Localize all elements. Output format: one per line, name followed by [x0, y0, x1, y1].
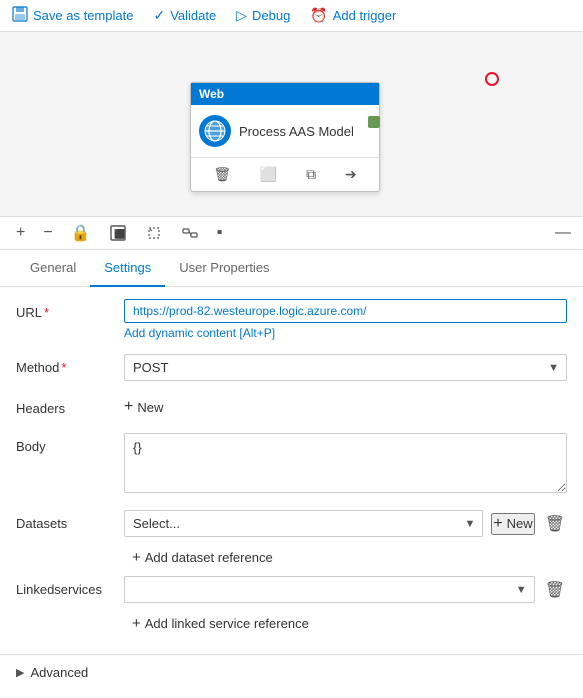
tab-user-properties[interactable]: User Properties — [165, 250, 283, 287]
datasets-delete-button[interactable]: 🗑 — [543, 512, 567, 536]
body-control-wrap: {} — [124, 433, 567, 496]
toolbar: Save as template ✓ Validate ▷ Debug ⏰ Ad… — [0, 0, 583, 32]
node-title: Process AAS Model — [239, 124, 354, 139]
add-dynamic-content-link[interactable]: Add dynamic content [Alt+P] — [124, 326, 567, 340]
save-template-icon — [12, 6, 28, 25]
method-control-wrap: GET POST PUT DELETE PATCH ▼ — [124, 354, 567, 381]
save-template-button[interactable]: Save as template — [12, 6, 133, 25]
remove-button[interactable]: − — [39, 222, 56, 244]
node-footer: 🗑 ⬜ ⧉ ➔ — [191, 157, 379, 191]
tab-general[interactable]: General — [16, 250, 90, 287]
url-control-wrap: Add dynamic content [Alt+P] — [124, 299, 567, 340]
datasets-controls: Select... ▼ + New 🗑 — [124, 510, 567, 537]
add-dataset-ref-row: + Add dataset reference — [16, 545, 567, 570]
add-trigger-icon: ⏰ — [310, 7, 327, 24]
method-label: Method* — [16, 354, 116, 375]
datasets-new-label: New — [507, 516, 533, 531]
headers-row: Headers + New — [16, 395, 567, 419]
datasets-new-button[interactable]: + New — [491, 513, 534, 535]
save-template-label: Save as template — [33, 8, 133, 23]
url-input[interactable] — [124, 299, 567, 323]
headers-new-button[interactable]: + New — [124, 395, 163, 419]
datasets-select[interactable]: Select... — [124, 510, 483, 537]
add-dataset-reference-label: Add dataset reference — [145, 550, 273, 565]
url-row: URL* Add dynamic content [Alt+P] — [16, 299, 567, 340]
zoom-fit-button[interactable]: ⬛ — [105, 222, 131, 244]
tab-settings[interactable]: Settings — [90, 250, 165, 287]
node-icon — [199, 115, 231, 147]
tab-user-properties-label: User Properties — [179, 260, 269, 275]
add-dataset-reference-button[interactable]: + Add dataset reference — [124, 545, 281, 570]
mini-toolbar: + − 🔒 ⬛ ▪ — — [0, 217, 583, 250]
add-trigger-button[interactable]: ⏰ Add trigger — [310, 7, 396, 24]
node-card: Web Process AAS Model 🗑 ⬜ ⧉ ➔ — [190, 82, 380, 192]
url-label: URL* — [16, 299, 116, 320]
method-select[interactable]: GET POST PUT DELETE PATCH — [124, 354, 567, 381]
node-arrow-button[interactable]: ➔ — [341, 164, 361, 185]
validate-button[interactable]: ✓ Validate — [153, 7, 216, 24]
node-delete-button[interactable]: 🗑 — [209, 164, 235, 185]
node-copy-button[interactable]: ⬜ — [256, 164, 281, 185]
method-select-wrap: GET POST PUT DELETE PATCH ▼ — [124, 354, 567, 381]
linkedservices-delete-button[interactable]: 🗑 — [543, 578, 567, 602]
node-header: Web — [191, 83, 379, 105]
advanced-section[interactable]: ▶ Advanced — [0, 654, 583, 690]
validate-label: Validate — [170, 8, 216, 23]
validate-icon: ✓ — [153, 7, 165, 24]
add-linkedservice-plus-icon: + — [132, 615, 141, 632]
linkedservices-controls: ▼ 🗑 — [124, 576, 567, 603]
add-linkedservice-reference-button[interactable]: + Add linked service reference — [124, 611, 317, 636]
debug-button[interactable]: ▷ Debug — [236, 7, 290, 24]
datasets-new-plus-icon: + — [493, 515, 502, 533]
linkedservices-select[interactable] — [124, 576, 535, 603]
tabs: General Settings User Properties — [0, 250, 583, 287]
linkedservices-row: Linkedservices ▼ 🗑 — [16, 576, 567, 603]
headers-new-label: New — [137, 400, 163, 415]
body-label: Body — [16, 433, 116, 454]
node-duplicate-button[interactable]: ⧉ — [302, 164, 320, 185]
headers-label: Headers — [16, 395, 116, 416]
lock-button[interactable]: 🔒 — [67, 221, 95, 245]
add-button[interactable]: + — [12, 222, 29, 244]
layout-button[interactable] — [177, 222, 203, 244]
canvas-area: Web Process AAS Model 🗑 ⬜ ⧉ ➔ — [0, 32, 583, 217]
add-trigger-label: Add trigger — [333, 8, 397, 23]
datasets-select-wrap: Select... ▼ — [124, 510, 483, 537]
collapse-button[interactable]: — — [555, 224, 571, 242]
add-dataset-plus-icon: + — [132, 549, 141, 566]
advanced-chevron-icon: ▶ — [16, 666, 24, 679]
add-linkedservice-ref-row: + Add linked service reference — [16, 611, 567, 636]
tab-general-label: General — [30, 260, 76, 275]
linkedservices-select-wrap: ▼ — [124, 576, 535, 603]
tab-settings-label: Settings — [104, 260, 151, 275]
url-required: * — [44, 305, 49, 320]
advanced-label: Advanced — [30, 665, 88, 680]
headers-control-wrap: + New — [124, 395, 567, 419]
node-header-label: Web — [199, 87, 224, 101]
form-area: URL* Add dynamic content [Alt+P] Method*… — [0, 287, 583, 654]
debug-icon: ▷ — [236, 7, 247, 24]
node-body: Process AAS Model — [191, 105, 379, 157]
method-row: Method* GET POST PUT DELETE PATCH ▼ — [16, 354, 567, 381]
svg-text:⬛: ⬛ — [114, 228, 125, 239]
grid-button[interactable]: ▪ — [213, 222, 227, 244]
headers-new-plus-icon: + — [124, 399, 133, 415]
method-required: * — [61, 360, 66, 375]
body-row: Body {} — [16, 433, 567, 496]
select-button[interactable] — [141, 222, 167, 244]
datasets-label: Datasets — [16, 510, 116, 531]
node-status-dot — [368, 116, 380, 128]
body-textarea[interactable]: {} — [124, 433, 567, 493]
notification-dot — [485, 72, 499, 86]
linkedservices-label: Linkedservices — [16, 576, 116, 597]
debug-label: Debug — [252, 8, 290, 23]
add-linkedservice-reference-label: Add linked service reference — [145, 616, 309, 631]
datasets-row: Datasets Select... ▼ + New 🗑 — [16, 510, 567, 537]
